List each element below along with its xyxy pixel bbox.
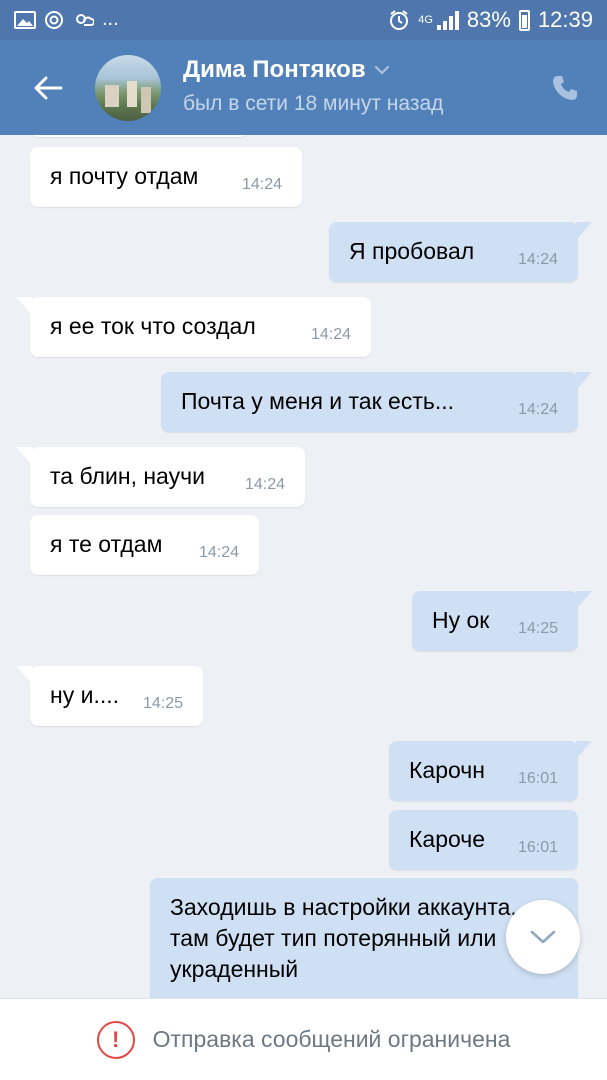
call-button[interactable] (545, 68, 585, 108)
message-outgoing[interactable]: Ну ок 14:25 (412, 591, 592, 651)
gallery-icon (14, 10, 36, 29)
avatar[interactable] (95, 55, 161, 121)
messaging-restricted-bar: ! Отправка сообщений ограничена (0, 998, 607, 1080)
message-time: 14:24 (517, 401, 558, 418)
phone-icon (553, 76, 577, 100)
message-incoming[interactable]: я те отдам 14:24 (30, 515, 259, 575)
message-time: 14:24 (244, 476, 285, 493)
battery-percent: 83% (466, 7, 511, 32)
message-incoming[interactable]: я ее ток что создал 14:24 (16, 297, 371, 357)
contact-name-row[interactable]: Дима Понтяков (183, 56, 390, 84)
message-time: 14:24 (241, 176, 282, 193)
message-list[interactable]: я почту отдам 14:24 Я пробовал 14:24 я е… (0, 135, 607, 998)
battery-icon (518, 9, 530, 31)
message-text: я те отдам (50, 531, 163, 557)
back-arrow-icon (34, 76, 63, 100)
contact-name: Дима Понтяков (183, 56, 366, 83)
message-text: Ну ок (432, 607, 490, 633)
message-text: я ее ток что создал (50, 313, 256, 339)
message-incoming[interactable]: та блин, научи 14:24 (16, 447, 305, 507)
message-time: 16:01 (517, 770, 558, 787)
contact-status: был в сети 18 минут назад (183, 92, 444, 115)
warning-icon: ! (96, 1020, 135, 1059)
message-partial (30, 135, 248, 137)
network-type: 4G (418, 13, 433, 26)
scroll-to-bottom-button[interactable] (506, 900, 580, 974)
back-button[interactable] (26, 66, 70, 110)
message-text: та блин, научи (50, 463, 205, 489)
signal-icon (436, 10, 459, 30)
weather-icon (76, 13, 94, 26)
message-text: Почта у меня и так есть... (181, 388, 455, 414)
clock: 12:39 (537, 7, 593, 32)
message-text: Я пробовал (349, 238, 475, 264)
message-text: Заходишь в настройки аккаунта... там буд… (170, 894, 530, 982)
message-outgoing[interactable]: Кароче 16:01 (389, 810, 578, 870)
chevron-down-icon (374, 65, 389, 75)
message-outgoing[interactable]: Я пробовал 14:24 (329, 222, 592, 282)
alarm-icon (390, 10, 409, 30)
message-text: Кароче (409, 826, 486, 852)
message-outgoing[interactable]: Почта у меня и так есть... 14:24 (161, 372, 592, 432)
message-time: 14:24 (198, 544, 239, 561)
chevron-down-icon (530, 930, 556, 944)
message-time: 14:24 (310, 326, 351, 343)
message-outgoing[interactable]: Карочн 16:01 (389, 741, 592, 801)
message-time: 14:25 (517, 620, 558, 637)
at-sign-icon (45, 10, 63, 29)
restricted-text: Отправка сообщений ограничена (152, 1026, 511, 1052)
message-time: 16:01 (517, 839, 558, 856)
status-bar-notifications: ... (14, 8, 119, 31)
status-bar: ... 4G 83% 12:39 (0, 0, 607, 40)
message-incoming[interactable]: я почту отдам 14:24 (30, 147, 302, 207)
message-text: Карочн (409, 757, 485, 783)
message-time: 14:24 (517, 251, 558, 268)
message-incoming[interactable]: ну и.... 14:25 (16, 666, 203, 726)
message-text: ну и.... (50, 682, 119, 708)
status-bar-system: 4G 83% 12:39 (388, 7, 593, 33)
message-text: я почту отдам (50, 163, 199, 189)
chat-header: Дима Понтяков был в сети 18 минут назад (0, 40, 607, 135)
message-time: 14:25 (142, 695, 183, 712)
more-notifications: ... (102, 8, 119, 30)
